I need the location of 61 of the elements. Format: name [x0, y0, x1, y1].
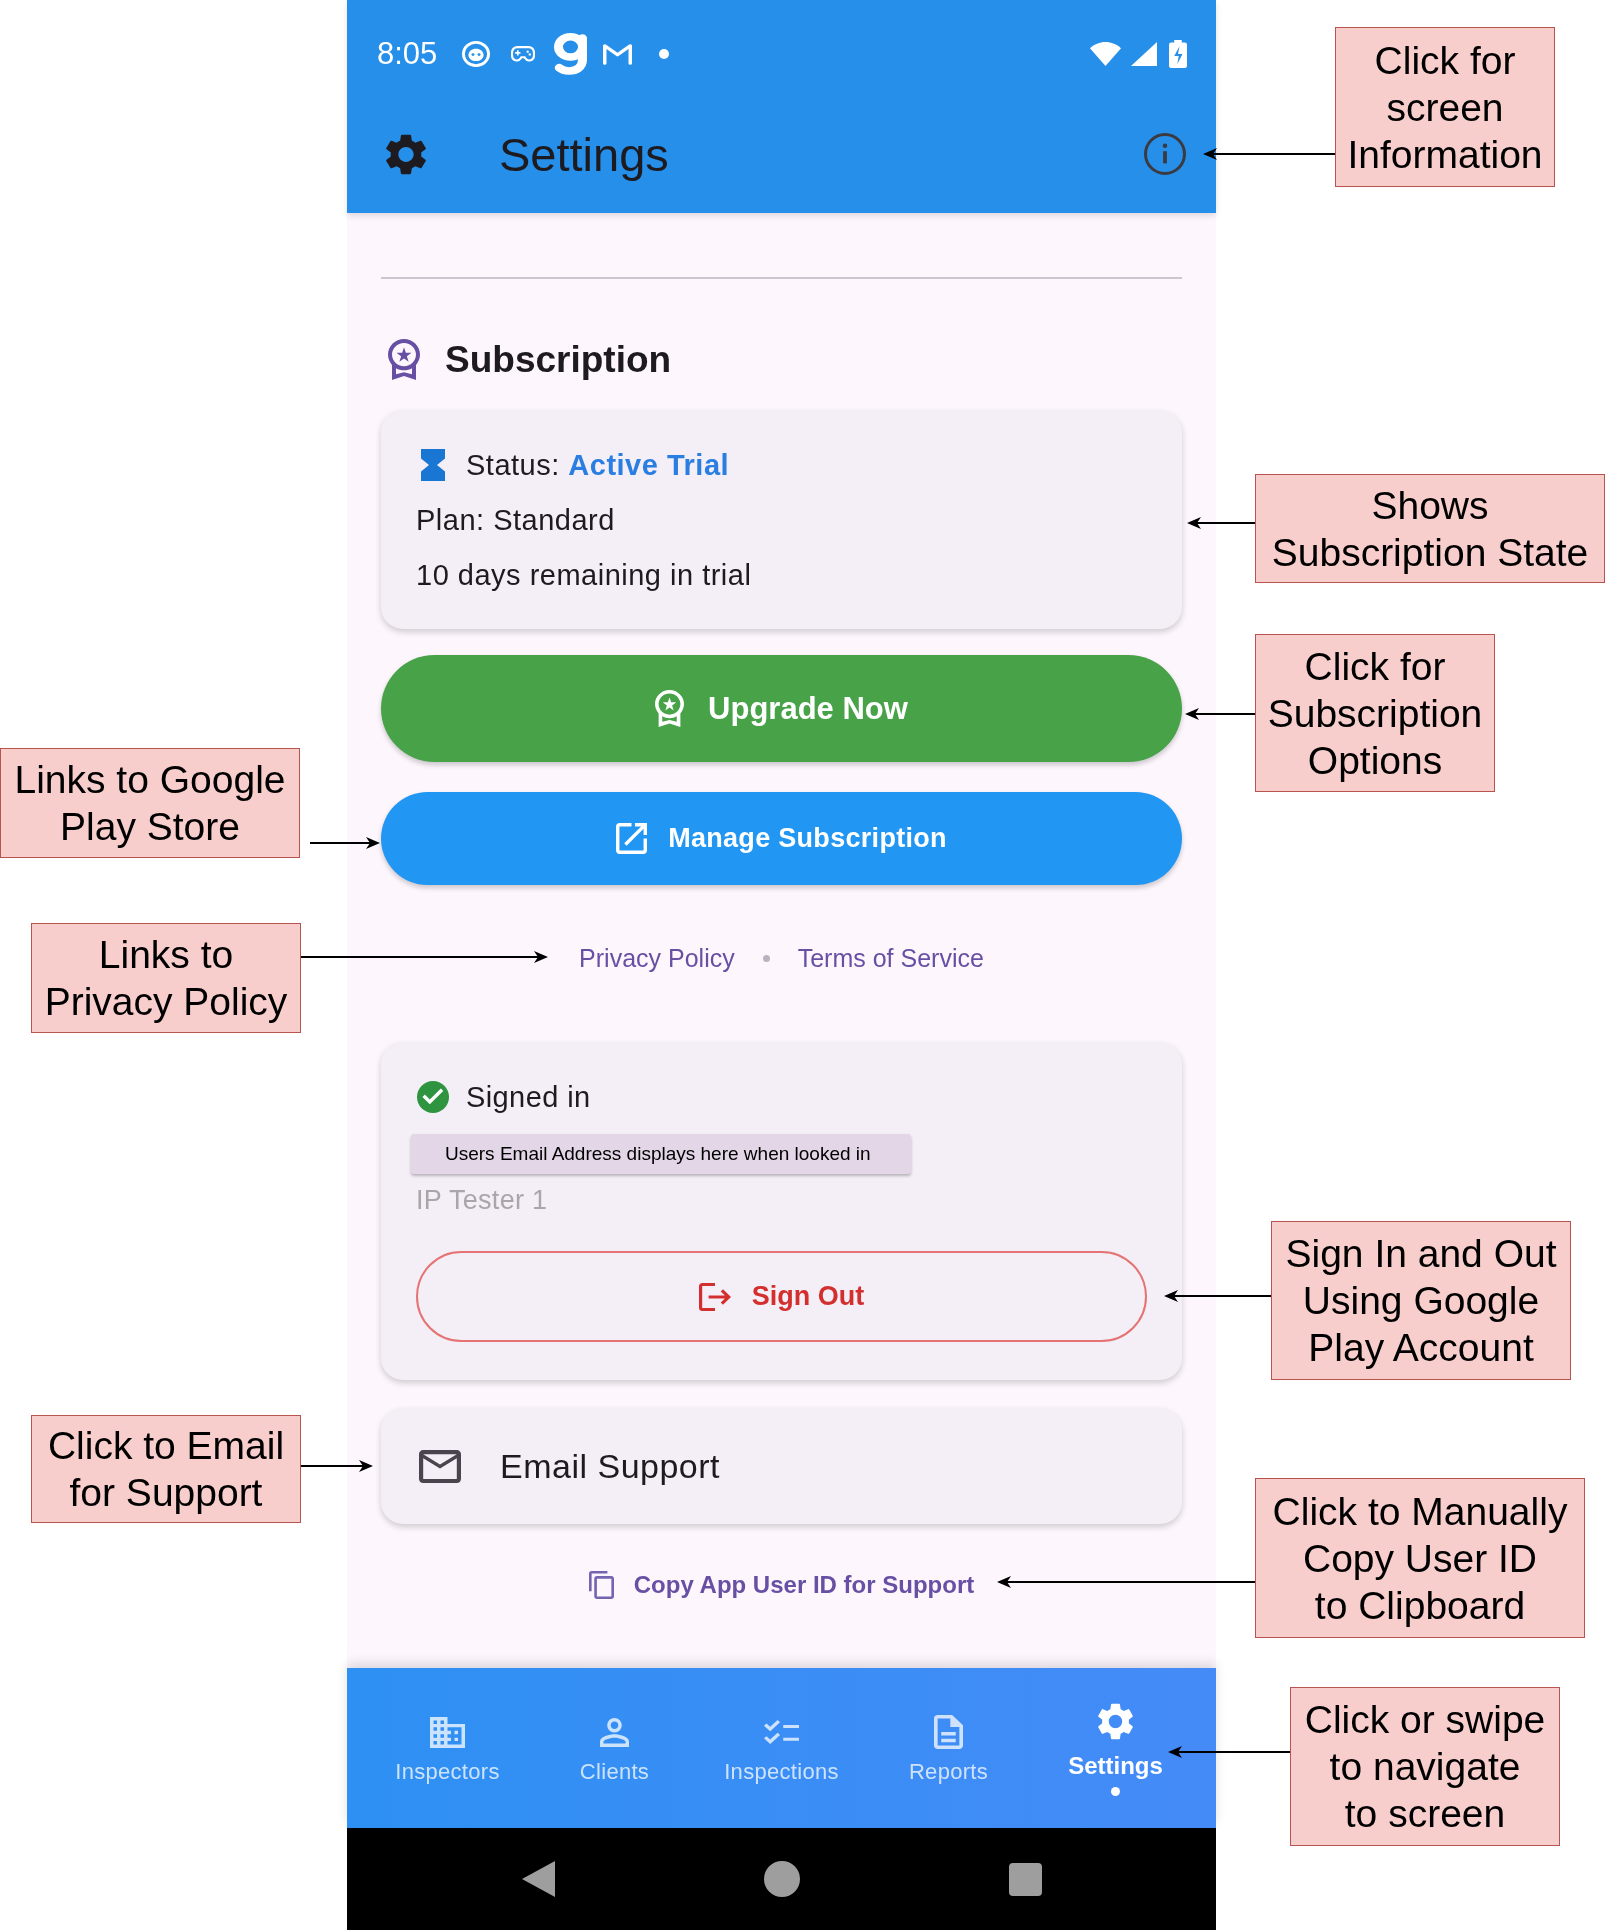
annotation-label: Click to Manually Copy User ID to Clipboard — [1255, 1478, 1585, 1638]
battery-icon — [1169, 40, 1187, 68]
settings-icon — [386, 133, 426, 175]
annotation-label: Click to Email for Support — [31, 1415, 301, 1523]
logout-icon — [698, 1282, 731, 1311]
mail-icon — [419, 1449, 461, 1483]
sign-in-status: Signed in — [466, 1080, 591, 1114]
nav-tab[interactable]: Inspectors — [395, 1714, 500, 1786]
annotation-label: Sign In and Out Using Google Play Account — [1271, 1221, 1571, 1380]
notification-dot-icon — [659, 49, 670, 59]
selected-dot-icon — [1111, 1787, 1120, 1796]
text-link[interactable]: Terms of Service — [797, 943, 984, 973]
upgrade-button[interactable]: Upgrade Now — [381, 655, 1182, 762]
signal-icon — [1131, 42, 1157, 66]
separator-dot-icon — [762, 954, 770, 962]
nav-tab[interactable]: Settings — [1068, 1703, 1163, 1796]
tooltip: Users Email Address displays here when looked in — [411, 1134, 911, 1174]
award-icon — [388, 339, 420, 380]
info-icon[interactable] — [1144, 133, 1186, 175]
annotation-arrow — [1185, 708, 1256, 720]
annotation-label: Shows Subscription State — [1255, 474, 1605, 583]
home-icon[interactable] — [764, 1861, 800, 1897]
annotation-arrow — [1187, 517, 1256, 529]
app-logo-icon — [554, 32, 588, 76]
hourglass-icon — [421, 449, 445, 481]
settings-icon — [1098, 1703, 1133, 1740]
gamepad-icon — [511, 46, 536, 62]
text-link[interactable]: Privacy Policy — [579, 943, 735, 973]
email-support-item[interactable]: Email Support — [381, 1408, 1182, 1524]
subscription-status: Status: Active Trial — [466, 448, 730, 482]
copy-icon — [588, 1571, 614, 1599]
section-heading: Subscription — [445, 338, 672, 381]
annotation-label: Links to Google Play Store — [0, 748, 300, 858]
wifi-icon — [1090, 42, 1121, 66]
trial-text: 10 days remaining in trial — [416, 558, 753, 592]
annotation-arrow — [309, 837, 380, 849]
nav-tab[interactable]: Clients — [579, 1714, 650, 1786]
nav-tab[interactable]: Inspections — [724, 1714, 839, 1786]
copy-user-id-link[interactable]: Copy App User ID for Support — [588, 1570, 975, 1600]
person-icon — [600, 1717, 629, 1747]
sign-out-button[interactable]: Sign Out — [416, 1251, 1147, 1342]
award-icon — [655, 690, 685, 727]
status-time: 8:05 — [377, 36, 438, 72]
annotation-label: Click or swipe to navigate to screen — [1290, 1687, 1560, 1846]
manage-subscription-button[interactable]: Manage Subscription — [381, 792, 1182, 885]
back-icon[interactable] — [522, 1861, 555, 1897]
document-icon — [934, 1715, 963, 1749]
plan-text: Plan: Standard — [416, 503, 616, 537]
building-icon — [430, 1716, 465, 1748]
nav-tab[interactable]: Reports — [908, 1714, 989, 1786]
user-name: IP Tester 1 — [416, 1184, 549, 1217]
checklist-icon — [764, 1720, 799, 1744]
mail-icon — [603, 43, 633, 65]
external-link-icon — [616, 823, 648, 854]
annotation-label: Links to Privacy Policy — [31, 923, 301, 1033]
screen-title: Settings — [499, 126, 669, 182]
recents-icon[interactable] — [1009, 1862, 1042, 1896]
annotation-label: Click for screen Information — [1335, 27, 1555, 187]
annotation-label: Click for Subscription Options — [1255, 634, 1495, 792]
check-circle-icon — [417, 1081, 449, 1113]
face-icon — [462, 41, 491, 67]
